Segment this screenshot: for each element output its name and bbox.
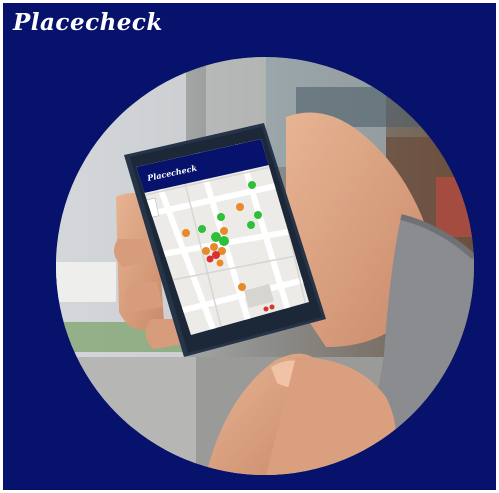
- logo-wordmark: Placecheck: [13, 9, 163, 36]
- page-frame: Placecheck Placecheck: [3, 3, 496, 490]
- hero-photo: Placecheck: [56, 57, 474, 475]
- hero-photo-illustration: Placecheck: [56, 57, 474, 475]
